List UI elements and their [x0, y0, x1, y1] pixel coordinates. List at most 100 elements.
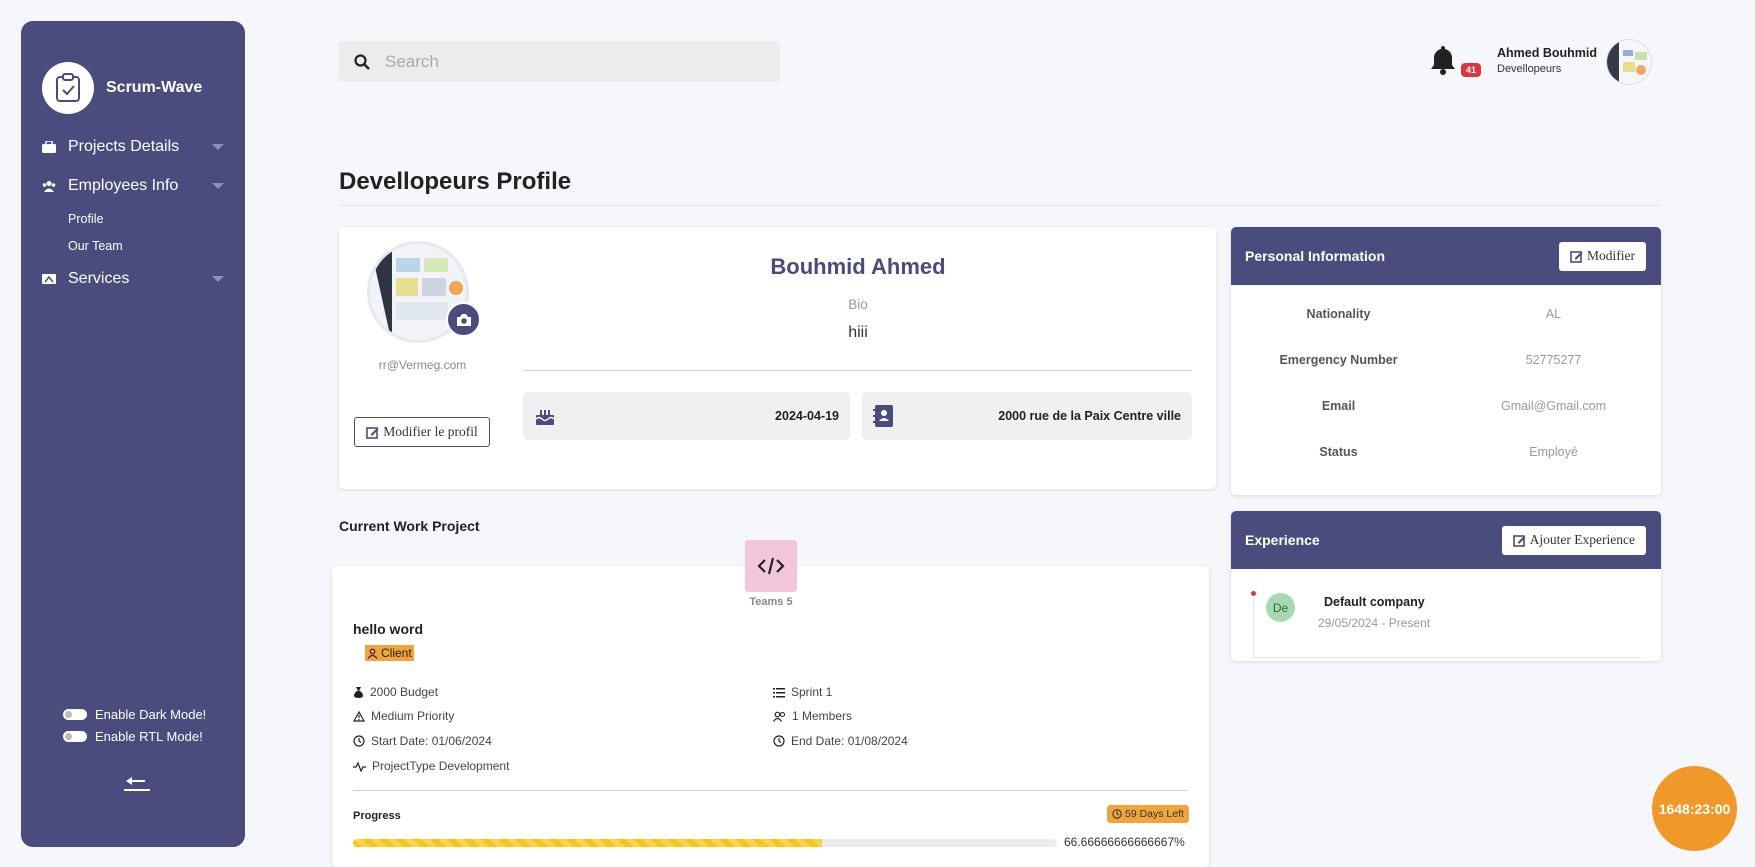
code-icon: [745, 540, 797, 592]
dark-mode-toggle-row: Enable Dark Mode!: [63, 707, 206, 722]
sidebar-item-projects-details[interactable]: Projects Details: [42, 138, 224, 156]
budget-text: 2000 Budget: [370, 685, 439, 699]
project-type-meta: ProjectType Development: [353, 759, 509, 773]
personal-info-card: Personal Information Modifier Nationalit…: [1231, 227, 1661, 495]
priority-text: Medium Priority: [371, 709, 455, 723]
info-value: Gmail@Gmail.com: [1500, 399, 1607, 413]
user-icon: [367, 648, 378, 659]
address-box: 2000 rue de la Paix Centre ville: [862, 392, 1192, 440]
priority-meta: Medium Priority: [353, 709, 454, 723]
chevron-down-icon: [212, 276, 224, 282]
edit-profile-label: Modifier le profil: [383, 424, 478, 439]
change-photo-button[interactable]: [446, 302, 481, 337]
list-icon: [773, 687, 785, 697]
rtl-mode-label: Enable RTL Mode!: [95, 729, 203, 744]
brand-name: Scrum-Wave: [106, 79, 203, 96]
project-card: [332, 566, 1209, 867]
info-row: Email Gmail@Gmail.com: [1231, 399, 1661, 413]
members-text: 1 Members: [792, 709, 853, 723]
client-tag[interactable]: Client: [365, 645, 414, 661]
card-header: Experience Ajouter Experience: [1231, 511, 1661, 569]
company-avatar: De: [1266, 593, 1295, 622]
services-icon: [42, 273, 56, 285]
sidebar: Scrum-Wave Projects Details Employees In…: [21, 21, 245, 847]
sidebar-item-label: Services: [68, 270, 130, 287]
company-name: Default company: [1324, 595, 1425, 609]
chevron-down-icon: [212, 144, 224, 150]
bio-label: Bio: [848, 297, 868, 312]
users-icon: [42, 180, 56, 192]
bell-icon[interactable]: [1428, 44, 1460, 78]
info-key: Email: [1321, 399, 1356, 413]
sidebar-item-label: Projects Details: [68, 138, 180, 155]
progress-percent: 66.66666666666667%: [1064, 835, 1185, 849]
modify-button[interactable]: Modifier: [1559, 241, 1646, 271]
chevron-down-icon: [212, 183, 224, 189]
arrow-left-icon: [124, 777, 150, 791]
sprint-text: Sprint 1: [791, 685, 833, 699]
avatar[interactable]: [1606, 39, 1652, 85]
camera-icon: [456, 313, 471, 326]
sidebar-item-employees-info[interactable]: Employees Info: [42, 177, 224, 195]
progress-bar: [353, 839, 1057, 847]
dark-mode-label: Enable Dark Mode!: [95, 707, 207, 722]
info-key: Nationality: [1306, 307, 1371, 321]
sidebar-item-label: Employees Info: [68, 177, 179, 194]
info-key: Emergency Number: [1279, 353, 1398, 367]
sidebar-subitem-profile[interactable]: Profile: [68, 212, 103, 226]
address-value: 2000 rue de la Paix Centre ville: [998, 409, 1181, 423]
briefcase-icon: [42, 141, 56, 153]
profile-email: rr@Vermeg.com: [378, 358, 467, 372]
card-header: Personal Information Modifier: [1231, 227, 1661, 285]
timer-badge[interactable]: 1648:23:00: [1652, 766, 1737, 851]
address-book-icon: [873, 405, 893, 427]
project-name: hello word: [353, 621, 423, 637]
days-left-badge: 59 Days Left: [1107, 805, 1189, 823]
rtl-mode-toggle-row: Enable RTL Mode!: [63, 729, 203, 744]
search-bar: [339, 41, 780, 82]
divider: [353, 790, 1188, 791]
info-value: AL: [1545, 307, 1562, 321]
collapse-sidebar-button[interactable]: [121, 768, 153, 794]
info-row: Nationality AL: [1231, 307, 1661, 321]
search-input[interactable]: [385, 51, 745, 72]
info-row: Emergency Number 52775277: [1231, 353, 1661, 367]
notification-badge: 41: [1461, 63, 1482, 77]
birthday-box: 2024-04-19: [523, 392, 850, 440]
sidebar-subitem-our-team[interactable]: Our Team: [68, 239, 123, 253]
teams-label: Teams 5: [749, 596, 793, 608]
members-meta: 1 Members: [773, 709, 852, 723]
sidebar-item-services[interactable]: Services: [42, 270, 224, 288]
info-value: 52775277: [1525, 353, 1582, 367]
divider: [523, 370, 1192, 371]
personal-info-title: Personal Information: [1245, 248, 1386, 264]
info-key: Status: [1319, 445, 1358, 459]
divider: [339, 205, 1661, 206]
client-label: Client: [381, 646, 412, 660]
warning-icon: [353, 710, 365, 722]
clock-icon: [773, 735, 785, 747]
brand[interactable]: Scrum-Wave: [42, 62, 202, 114]
progress-fill: [353, 839, 823, 847]
search-icon: [339, 53, 385, 70]
edit-profile-button[interactable]: Modifier le profil: [354, 417, 490, 447]
bio-text: hiii: [848, 324, 868, 341]
dark-mode-toggle[interactable]: [63, 709, 87, 720]
edit-icon: [1512, 534, 1526, 547]
sprint-meta: Sprint 1: [773, 685, 832, 699]
rtl-mode-toggle[interactable]: [63, 731, 87, 742]
start-date-meta: Start Date: 01/06/2024: [353, 734, 492, 748]
budget-meta: 2000 Budget: [353, 685, 438, 699]
edit-icon: [1570, 250, 1583, 263]
experience-item: De Default company 29/05/2024 - Present: [1251, 591, 1641, 658]
add-experience-button[interactable]: Ajouter Experience: [1501, 525, 1646, 555]
cake-icon: [535, 410, 555, 425]
user-name: Ahmed Bouhmid: [1497, 46, 1597, 60]
info-value: Employé: [1529, 445, 1578, 459]
experience-card: Experience Ajouter Experience De Default…: [1231, 511, 1661, 661]
end-date-text: End Date: 01/08/2024: [791, 734, 908, 748]
edit-icon: [366, 426, 379, 439]
add-experience-label: Ajouter Experience: [1529, 532, 1635, 547]
section-title: Current Work Project: [339, 518, 480, 534]
page-title: Devellopeurs Profile: [339, 168, 572, 195]
